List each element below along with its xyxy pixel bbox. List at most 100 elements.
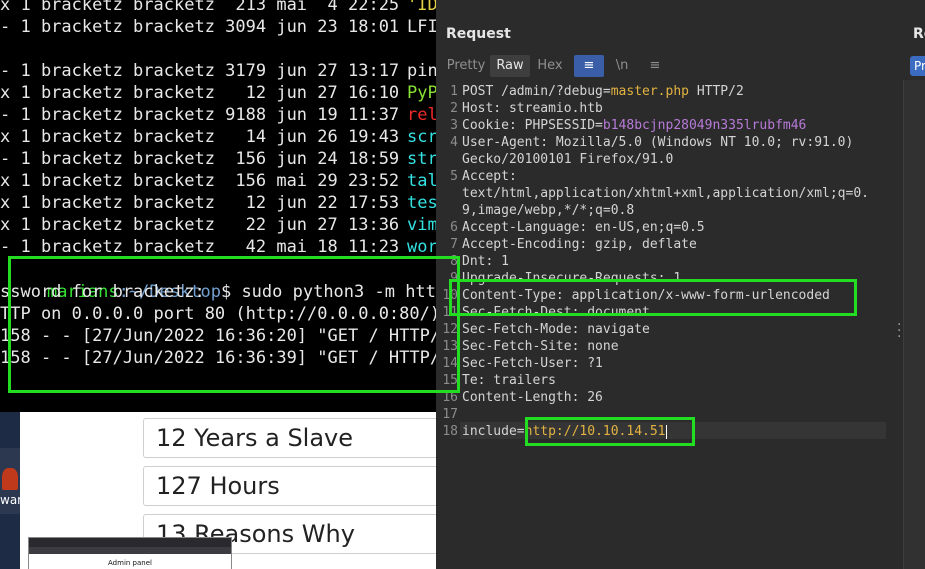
request-line-text: Sec-Fetch-Site: none xyxy=(462,339,619,354)
terminal-listing-row: x 1 bracketz bracketz 12 jun 22 17:53 tes xyxy=(0,192,436,214)
request-line-text: POST /admin/?debug= xyxy=(462,84,611,99)
newline-toggle-icon[interactable]: \n xyxy=(610,55,634,77)
request-line-text: Te: trailers xyxy=(462,373,556,388)
file-metadata: - 1 bracketz bracketz 3094 jun 23 18:01 xyxy=(0,17,400,37)
file-metadata: - 1 bracketz bracketz 3179 jun 27 13:17 xyxy=(0,61,400,81)
file-metadata: - 1 bracketz bracketz 42 mai 18 11:23 xyxy=(0,237,400,257)
file-metadata: x 1 bracketz bracketz 22 jun 27 13:36 xyxy=(0,215,400,235)
browser-page: war 12 Years a Slave 127 Hours 13 Reason… xyxy=(0,412,436,569)
mini-page-title: Admin panel xyxy=(108,559,152,567)
request-line-text: Dnt: 1 xyxy=(462,254,509,269)
request-title: Request xyxy=(446,26,511,42)
terminal-listing-row: - 1 bracketz bracketz 3179 jun 27 13:17 p… xyxy=(0,60,436,82)
poster-caption: war xyxy=(0,493,23,507)
terminal-listing-row: x 1 bracketz bracketz 22 jun 27 13:36 vim xyxy=(0,214,436,236)
response-tab-pretty[interactable]: Pr xyxy=(910,56,925,76)
file-metadata: x 1 bracketz bracketz 156 mai 29 23:52 xyxy=(0,171,400,191)
file-metadata: x 1 bracketz bracketz 12 jun 22 17:53 xyxy=(0,193,400,213)
mini-addressbar xyxy=(29,547,231,554)
terminal-listing-row: - 1 bracketz bracketz 156 jun 24 18:59 st… xyxy=(0,148,436,170)
request-line-suffix: HTTP/2 xyxy=(689,84,744,99)
request-line-value: b148bcjnp28049n335lrubfm46 xyxy=(602,118,807,133)
tab-hex[interactable]: Hex xyxy=(534,55,566,77)
wrap-lines-icon[interactable]: ≡ xyxy=(574,55,604,77)
poster-art xyxy=(2,468,18,490)
request-line: Accept-Language: en-US,en;q=0.5 xyxy=(462,220,705,235)
file-name: scr xyxy=(407,127,436,147)
file-metadata: x 1 bracketz bracketz 12 jun 27 16:10 xyxy=(0,83,400,103)
line-number: 2 xyxy=(450,101,458,116)
request-line: Cookie: PHPSESSID=b148bcjnp28049n335lrub… xyxy=(462,118,806,133)
request-editor[interactable]: 1 POST /admin/?debug=master.php HTTP/2 2 Ho… xyxy=(436,82,903,569)
request-line: Content-Length: 26 xyxy=(462,390,603,405)
terminal-listing-row: x 1 bracketz bracketz 213 mai 4 22:25 'ID… xyxy=(0,0,436,16)
request-line-text: include= xyxy=(462,424,525,439)
request-line: 9,image/webp,*/*;q=0.8 xyxy=(462,203,634,218)
file-name: PyP xyxy=(407,83,436,103)
file-name: str xyxy=(407,149,436,169)
line-number: 1 xyxy=(450,84,458,99)
movie-item[interactable]: 127 Hours xyxy=(143,466,436,506)
highlight-box-terminal xyxy=(8,256,460,393)
line-number: 18 xyxy=(442,424,458,439)
line-number: 17 xyxy=(442,407,458,422)
request-line: User-Agent: Mozilla/5.0 (Windows NT 10.0… xyxy=(462,135,853,150)
drag-handle-icon[interactable]: · · · xyxy=(897,318,901,344)
response-title: Re xyxy=(913,26,925,42)
file-name: 'IDA xyxy=(407,0,436,15)
request-line: POST /admin/?debug=master.php HTTP/2 xyxy=(462,84,744,99)
request-line: Accept: xyxy=(462,169,517,184)
file-metadata: - 1 bracketz bracketz 156 jun 24 18:59 xyxy=(0,149,400,169)
request-line: Sec-Fetch-User: ?1 xyxy=(462,356,603,371)
line-number: 4 xyxy=(450,135,458,150)
file-metadata: - 1 bracketz bracketz 9188 jun 19 11:37 xyxy=(0,105,400,125)
request-line-text: User-Agent: Mozilla/5.0 (Windows NT 10.0… xyxy=(462,135,854,150)
terminal-listing-row: - 1 bracketz bracketz 3094 jun 23 18:01 L… xyxy=(0,16,436,38)
request-line-text: Accept-Language: en-US,en;q=0.5 xyxy=(462,220,705,235)
file-name: rel xyxy=(407,105,436,125)
request-line-text: text/html,application/xhtml+xml,applicat… xyxy=(462,186,869,201)
request-line-text: 9,image/webp,*/*;q=0.8 xyxy=(462,203,635,218)
file-name: LFI xyxy=(407,17,436,37)
terminal-listing-row: - 1 bracketz bracketz 42 mai 18 11:23 wor xyxy=(0,236,436,258)
request-line-value: master.php xyxy=(610,84,689,99)
highlight-box-include xyxy=(525,417,695,446)
file-name: vim xyxy=(407,215,436,235)
file-name: tal xyxy=(407,171,436,191)
file-metadata: x 1 bracketz bracketz 213 mai 4 22:25 xyxy=(0,0,400,15)
request-line: Gecko/20100101 Firefox/91.0 xyxy=(462,152,673,167)
request-line-text: Sec-Fetch-Mode: navigate xyxy=(462,322,650,337)
file-metadata: x 1 bracketz bracketz 14 jun 26 19:43 xyxy=(0,127,400,147)
request-line-text: Content-Length: 26 xyxy=(462,390,603,405)
request-line-text: Cookie: PHPSESSID= xyxy=(462,118,603,133)
request-line: Accept-Encoding: gzip, deflate xyxy=(462,237,697,252)
request-line: Host: streamio.htb xyxy=(462,101,603,116)
mini-titlebar xyxy=(29,538,231,547)
terminal-listing-row: x 1 bracketz bracketz 12 jun 27 16:10 PyP xyxy=(0,82,436,104)
request-line: Te: trailers xyxy=(462,373,556,388)
line-number: 7 xyxy=(450,237,458,252)
terminal-listing-row: x 1 bracketz bracketz 14 jun 26 19:43 scr xyxy=(0,126,436,148)
terminal-listing-row: - 1 bracketz bracketz 9188 jun 19 11:37 r… xyxy=(0,104,436,126)
line-number: 3 xyxy=(450,118,458,133)
request-line-text: Sec-Fetch-User: ?1 xyxy=(462,356,603,371)
movie-item[interactable]: 12 Years a Slave xyxy=(143,418,436,458)
request-line: text/html,application/xhtml+xml,applicat… xyxy=(462,186,869,201)
file-name: wor xyxy=(407,237,436,257)
request-line: Sec-Fetch-Site: none xyxy=(462,339,619,354)
menu-icon[interactable]: ≡ xyxy=(642,55,668,77)
request-line-text: Gecko/20100101 Firefox/91.0 xyxy=(462,152,674,167)
highlight-box-content-type xyxy=(449,279,857,316)
terminal-listing-row: x 1 bracketz bracketz 156 mai 29 23:52 ta… xyxy=(0,170,436,192)
request-line: Sec-Fetch-Mode: navigate xyxy=(462,322,650,337)
request-line-text: Accept-Encoding: gzip, deflate xyxy=(462,237,697,252)
request-line-text: Host: streamio.htb xyxy=(462,101,603,116)
response-pane xyxy=(904,80,925,569)
line-number: 5 xyxy=(450,169,458,184)
line-number: 6 xyxy=(450,220,458,235)
mini-browser-window[interactable]: Admin panel xyxy=(28,537,232,569)
file-name: pin xyxy=(407,61,436,81)
tab-raw[interactable]: Raw xyxy=(490,55,530,77)
tab-pretty[interactable]: Pretty xyxy=(446,55,486,77)
request-line: Dnt: 1 xyxy=(462,254,509,269)
